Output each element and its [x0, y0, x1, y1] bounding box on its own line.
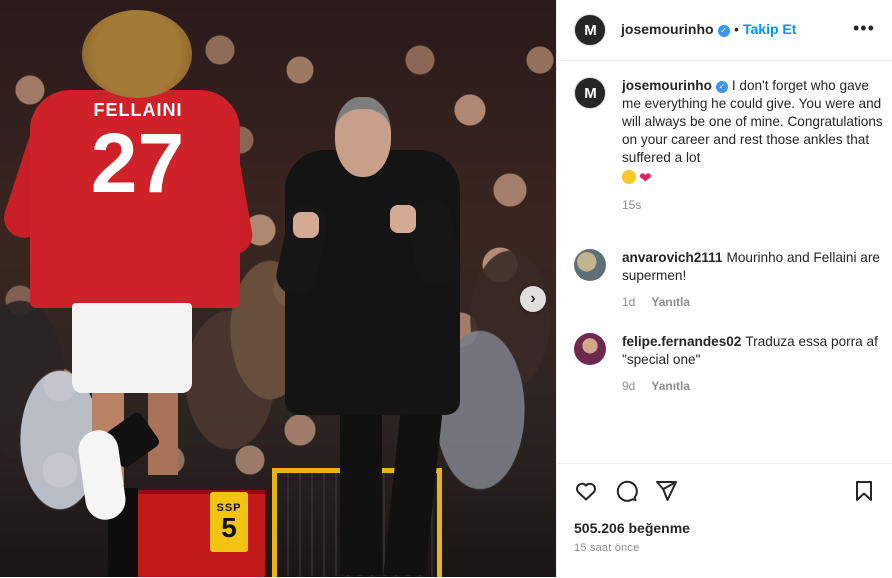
heart-outline-icon[interactable]	[574, 479, 598, 503]
comment-bubble-icon[interactable]	[614, 479, 638, 503]
post-actions: 505.206 beğenme 15 saat önce	[557, 463, 892, 578]
coach-fist-left	[293, 212, 319, 238]
red-heart-emoji: ❤	[639, 170, 652, 187]
author-username-text: josemourinho	[621, 21, 714, 37]
post-time: 15 saat önce	[574, 542, 640, 554]
post-photo: SSP 5 FELLAINI 27 ›	[0, 0, 556, 577]
jersey-number: 27	[90, 116, 185, 210]
player-shorts	[72, 303, 192, 393]
caption-username[interactable]: josemourinho	[622, 78, 712, 93]
post-header: M josemourinho ✓ • Takip Et •••	[557, 0, 892, 61]
caption-avatar[interactable]: M	[574, 77, 606, 109]
reply-button[interactable]: Yanıtla	[651, 295, 690, 309]
comment-time: 1d	[622, 295, 636, 309]
author-username[interactable]: josemourinho ✓	[621, 21, 730, 37]
likes-label: beğenme	[628, 520, 690, 536]
verified-badge-icon: ✓	[715, 81, 728, 93]
comments-section[interactable]: M josemourinho ✓ I don't forget who gave m…	[557, 61, 892, 463]
comment-meta: 1d Yanıtla	[622, 293, 884, 311]
paper-plane-icon[interactable]	[654, 479, 678, 503]
comment-username[interactable]: anvarovich2111	[622, 250, 723, 265]
caption-body: josemourinho ✓ I don't forget who gave me …	[622, 77, 884, 214]
more-options-icon[interactable]: •••	[853, 18, 875, 39]
smiling-face-emoji	[622, 170, 636, 184]
coach-head	[335, 97, 391, 177]
follow-button[interactable]: Takip Et	[743, 21, 796, 37]
carousel-next-button[interactable]: ›	[520, 286, 546, 312]
caption-avatar-monogram: M	[584, 84, 596, 102]
avatar-monogram: M	[584, 21, 596, 39]
player-hair	[82, 10, 192, 98]
header-separator: •	[734, 21, 739, 37]
comment-time: 9d	[622, 379, 636, 393]
reply-button[interactable]: Yanıtla	[651, 379, 690, 393]
likes-count[interactable]: 505.206 beğenme	[574, 520, 690, 536]
likes-number: 505.206	[574, 520, 625, 536]
comment-body: anvarovich2111 Mourinho and Fellaini are …	[622, 249, 884, 311]
seat-sign: SSP 5	[210, 492, 248, 552]
caption-time: 15s	[622, 198, 642, 212]
coach-leg-left	[340, 410, 382, 575]
commenter-avatar[interactable]	[574, 333, 606, 365]
coach-fist-right	[390, 205, 416, 233]
post-side-panel: M josemourinho ✓ • Takip Et ••• M josemou…	[556, 0, 892, 577]
comment-meta: 9d Yanıtla	[622, 377, 884, 395]
seat-number: 5	[221, 512, 237, 543]
caption-emojis: ❤	[622, 169, 884, 188]
commenter-avatar[interactable]	[574, 249, 606, 281]
verified-badge-icon: ✓	[717, 24, 730, 37]
bookmark-icon[interactable]	[852, 479, 876, 503]
comment-username[interactable]: felipe.fernandes02	[622, 334, 741, 349]
chevron-right-icon: ›	[530, 290, 536, 307]
caption-meta: 15s	[622, 196, 884, 214]
comment-body: felipe.fernandes02 Traduza essa porra af …	[622, 333, 884, 395]
author-avatar[interactable]: M	[574, 14, 606, 46]
